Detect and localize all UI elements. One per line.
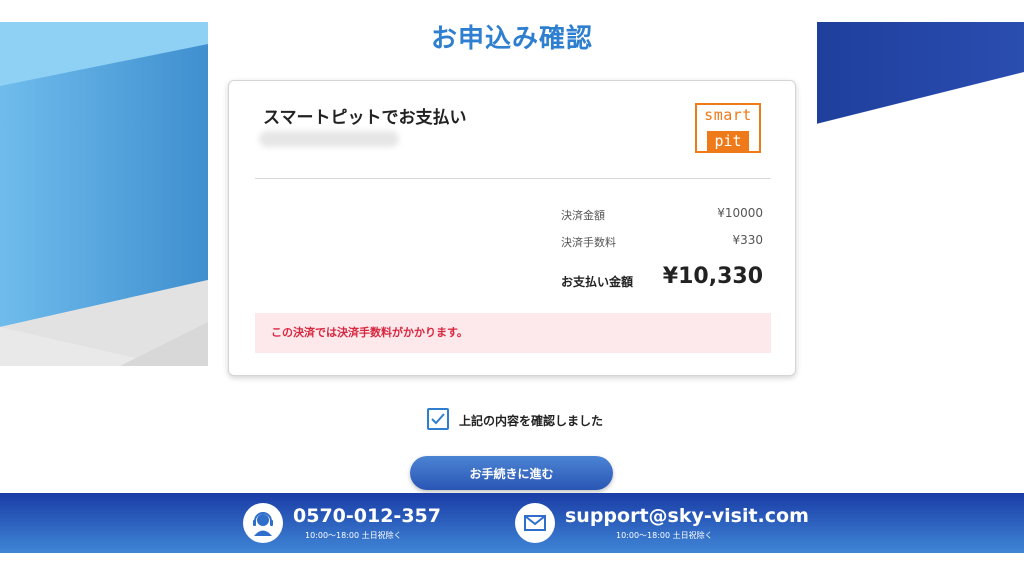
blurred-subtext xyxy=(259,131,399,147)
total-amount-label: お支払い金額 xyxy=(561,275,634,289)
mail-icon xyxy=(515,503,555,543)
page-title: お申込み確認 xyxy=(430,24,593,54)
payment-summary-card: スマートピットでお支払い smart pit 決済金額 ¥10000 決済手数料… xyxy=(228,80,796,376)
payment-fee-value: ¥330 xyxy=(732,233,763,247)
background-decoration-left xyxy=(0,22,208,366)
card-divider xyxy=(255,178,771,179)
confirmation-checkbox[interactable] xyxy=(427,408,449,430)
payment-fee-label: 決済手数料 xyxy=(561,236,616,249)
support-email[interactable]: support@sky-visit.com xyxy=(565,505,809,527)
confirmation-label: 上記の内容を確認しました xyxy=(459,414,604,428)
payment-amount-value: ¥10000 xyxy=(717,206,763,220)
logo-bottom-text: pit xyxy=(707,131,749,151)
payment-method-title: スマートピットでお支払い xyxy=(263,108,467,128)
checkmark-icon xyxy=(431,413,445,425)
proceed-button[interactable]: お手続きに進む xyxy=(410,456,613,490)
phone-number[interactable]: 0570-012-357 xyxy=(293,505,441,527)
smart-pit-logo: smart pit xyxy=(695,103,761,153)
payment-amount-label: 決済金額 xyxy=(561,209,605,222)
contact-footer: 0570-012-357 10:00〜18:00 土日祝除く support@s… xyxy=(0,493,1024,553)
logo-top-text: smart xyxy=(704,106,752,124)
headset-icon xyxy=(243,503,283,543)
total-amount-value: ¥10,330 xyxy=(662,264,763,289)
phone-hours: 10:00〜18:00 土日祝除く xyxy=(305,531,402,540)
email-hours: 10:00〜18:00 土日祝除く xyxy=(616,531,713,540)
fee-notice: この決済では決済手数料がかかります。 xyxy=(255,313,771,353)
